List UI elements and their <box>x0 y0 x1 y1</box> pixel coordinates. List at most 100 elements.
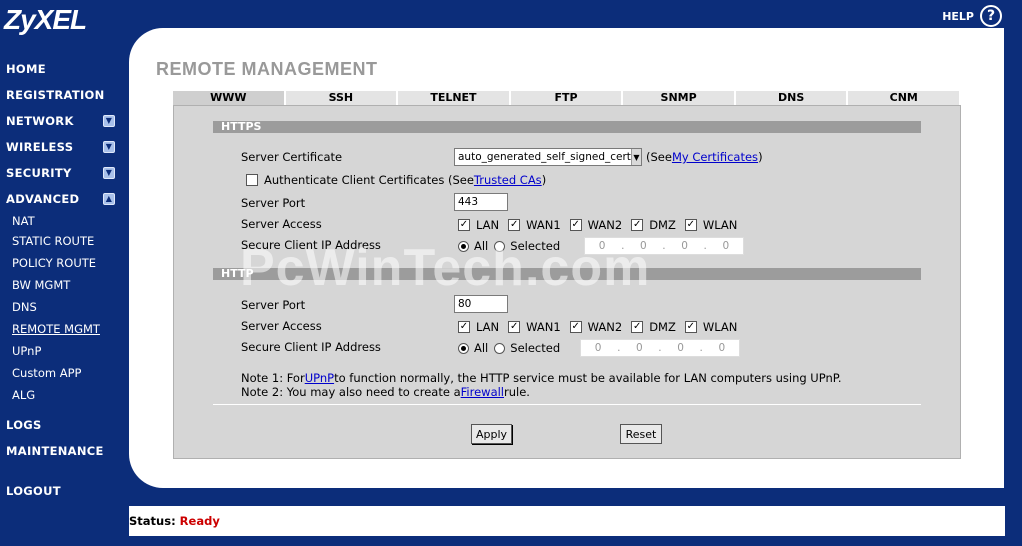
https-access-wlan-checkbox[interactable]: ✓ <box>684 219 697 231</box>
page-title: REMOTE MANAGEMENT <box>156 59 378 79</box>
firewall-link[interactable]: Firewall <box>461 385 504 399</box>
sidebar-item-label: WIRELESS <box>6 140 74 154</box>
sidebar-item-label: ADVANCED <box>6 192 80 206</box>
http-access-wan1-checkbox[interactable]: ✓ <box>508 321 521 333</box>
https-access-wan2-checkbox[interactable]: ✓ <box>569 219 582 231</box>
ip-octet: 0 <box>718 342 726 354</box>
auth-client-label: Authenticate Client Certificates (See <box>264 173 474 187</box>
tab-ssh[interactable]: SSH <box>285 91 399 105</box>
note-2: Note 2: You may also need to create a Fi… <box>241 385 530 399</box>
sidebar-item-registration[interactable]: REGISTRATION <box>0 82 128 108</box>
tab-telnet[interactable]: TELNET <box>398 91 511 105</box>
access-option-label: WAN2 <box>587 218 623 232</box>
main-panel: REMOTE MANAGEMENT WWW SSH TELNET FTP SNM… <box>129 28 1004 488</box>
access-option-label: WLAN <box>702 320 738 334</box>
tab-snmp[interactable]: SNMP <box>623 91 736 105</box>
see-prefix: (See <box>646 150 672 164</box>
sidebar-subitem-custom-app[interactable]: Custom APP <box>0 362 128 384</box>
sidebar-subitem-bw-mgmt[interactable]: BW MGMT <box>0 274 128 296</box>
authenticate-client-checkbox[interactable] <box>246 174 258 186</box>
sidebar-subitem-policy-route[interactable]: POLICY ROUTE <box>0 252 128 274</box>
sidebar-item-logout[interactable]: LOGOUT <box>0 478 128 504</box>
tab-dns[interactable]: DNS <box>735 91 849 105</box>
tab-cnm[interactable]: CNM <box>848 91 962 105</box>
sidebar-item-logs[interactable]: LOGS <box>0 412 128 438</box>
access-option-label: LAN <box>476 218 500 232</box>
collapse-icon[interactable]: ▲ <box>103 193 115 205</box>
https-section-header: HTTPS <box>213 121 921 133</box>
status-value: Ready <box>179 514 220 528</box>
sidebar-subitem-remote-mgmt[interactable]: REMOTE MGMT <box>0 318 128 340</box>
divider <box>213 404 921 405</box>
auth-client-suffix: ) <box>541 173 547 187</box>
sidebar-subitem-upnp[interactable]: UPnP <box>0 340 128 362</box>
https-access-lan-checkbox[interactable]: ✓ <box>458 219 470 231</box>
https-server-access-label: Server Access <box>241 217 322 231</box>
sidebar-item-network[interactable]: NETWORK ▼ <box>0 108 128 134</box>
http-access-lan-checkbox[interactable]: ✓ <box>458 321 470 333</box>
http-server-access-group: ✓ LAN ✓ WAN1 ✓ WAN2 ✓ DMZ ✓ WLAN <box>458 320 746 334</box>
http-access-wan2-checkbox[interactable]: ✓ <box>569 321 582 333</box>
https-server-access-group: ✓ LAN ✓ WAN1 ✓ WAN2 ✓ DMZ ✓ WLAN <box>458 218 746 232</box>
sidebar-subitem-dns[interactable]: DNS <box>0 296 128 318</box>
help-icon[interactable]: ? <box>980 5 1002 27</box>
ip-octet: 0 <box>594 342 602 354</box>
expand-icon[interactable]: ▼ <box>103 141 115 153</box>
http-access-dmz-checkbox[interactable]: ✓ <box>631 321 644 333</box>
http-server-access-label: Server Access <box>241 319 322 333</box>
https-access-wan1-checkbox[interactable]: ✓ <box>508 219 521 231</box>
my-certificates-link[interactable]: My Certificates <box>672 150 758 164</box>
sidebar-item-label: NETWORK <box>6 114 74 128</box>
http-server-port-input[interactable]: 80 <box>454 295 508 313</box>
http-section-header: HTTP <box>213 268 921 280</box>
https-ip-all-radio[interactable] <box>458 240 469 252</box>
http-ip-address-input[interactable]: 0. 0. 0. 0 <box>580 339 740 357</box>
note-text: Note 2: You may also need to create a <box>241 385 461 399</box>
sidebar-item-advanced[interactable]: ADVANCED ▲ <box>0 186 128 212</box>
all-label: All <box>474 239 489 253</box>
upnp-link[interactable]: UPnP <box>305 371 334 385</box>
expand-icon[interactable]: ▼ <box>103 115 115 127</box>
sidebar-item-maintenance[interactable]: MAINTENANCE <box>0 438 128 464</box>
https-ip-address-input[interactable]: 0. 0. 0. 0 <box>584 237 744 255</box>
https-secure-ip-label: Secure Client IP Address <box>241 238 381 252</box>
https-access-dmz-checkbox[interactable]: ✓ <box>631 219 644 231</box>
trusted-cas-link[interactable]: Trusted CAs <box>474 173 542 187</box>
http-ip-all-radio[interactable] <box>458 342 469 354</box>
expand-icon[interactable]: ▼ <box>103 167 115 179</box>
sidebar-subitem-alg[interactable]: ALG <box>0 384 128 406</box>
help-link[interactable]: HELP ? <box>942 5 1002 27</box>
tab-ftp[interactable]: FTP <box>510 91 624 105</box>
sidebar-subitem-static-route[interactable]: STATIC ROUTE <box>0 230 128 252</box>
reset-button[interactable]: Reset <box>620 424 662 444</box>
access-option-label: WAN2 <box>587 320 623 334</box>
sidebar-item-home[interactable]: HOME <box>0 56 128 82</box>
sidebar-subitem-nat[interactable]: NAT <box>0 212 128 230</box>
note-text: Note 1: For <box>241 371 305 385</box>
http-access-wlan-checkbox[interactable]: ✓ <box>684 321 697 333</box>
ip-octet: 0 <box>636 342 643 354</box>
https-server-port-label: Server Port <box>241 196 306 210</box>
sidebar-item-security[interactable]: SECURITY ▼ <box>0 160 128 186</box>
access-option-label: WAN1 <box>526 320 561 334</box>
sidebar-item-wireless[interactable]: WIRELESS ▼ <box>0 134 128 160</box>
sidebar-item-label: REGISTRATION <box>6 88 105 102</box>
access-option-label: WLAN <box>702 218 738 232</box>
status-label: Status: <box>129 514 176 528</box>
tab-www[interactable]: WWW <box>173 91 286 105</box>
help-label: HELP <box>942 9 974 23</box>
selected-label: Selected <box>510 239 561 253</box>
ip-octet: 0 <box>681 240 688 252</box>
https-ip-selected-radio[interactable] <box>494 240 506 252</box>
ip-octet: 0 <box>677 342 684 354</box>
http-ip-selected-radio[interactable] <box>494 342 506 354</box>
https-server-port-input[interactable]: 443 <box>454 193 508 211</box>
server-certificate-value: auto_generated_self_signed_cert <box>458 151 631 163</box>
chevron-down-icon[interactable]: ▼ <box>630 149 641 165</box>
http-secure-ip-label: Secure Client IP Address <box>241 340 381 354</box>
ip-octet: 0 <box>722 240 730 252</box>
server-certificate-select[interactable]: auto_generated_self_signed_cert ▼ <box>454 148 642 166</box>
apply-button[interactable]: Apply <box>471 424 512 444</box>
tab-bar: WWW SSH TELNET FTP SNMP DNS CNM <box>173 91 962 105</box>
sidebar-item-label: SECURITY <box>6 166 72 180</box>
